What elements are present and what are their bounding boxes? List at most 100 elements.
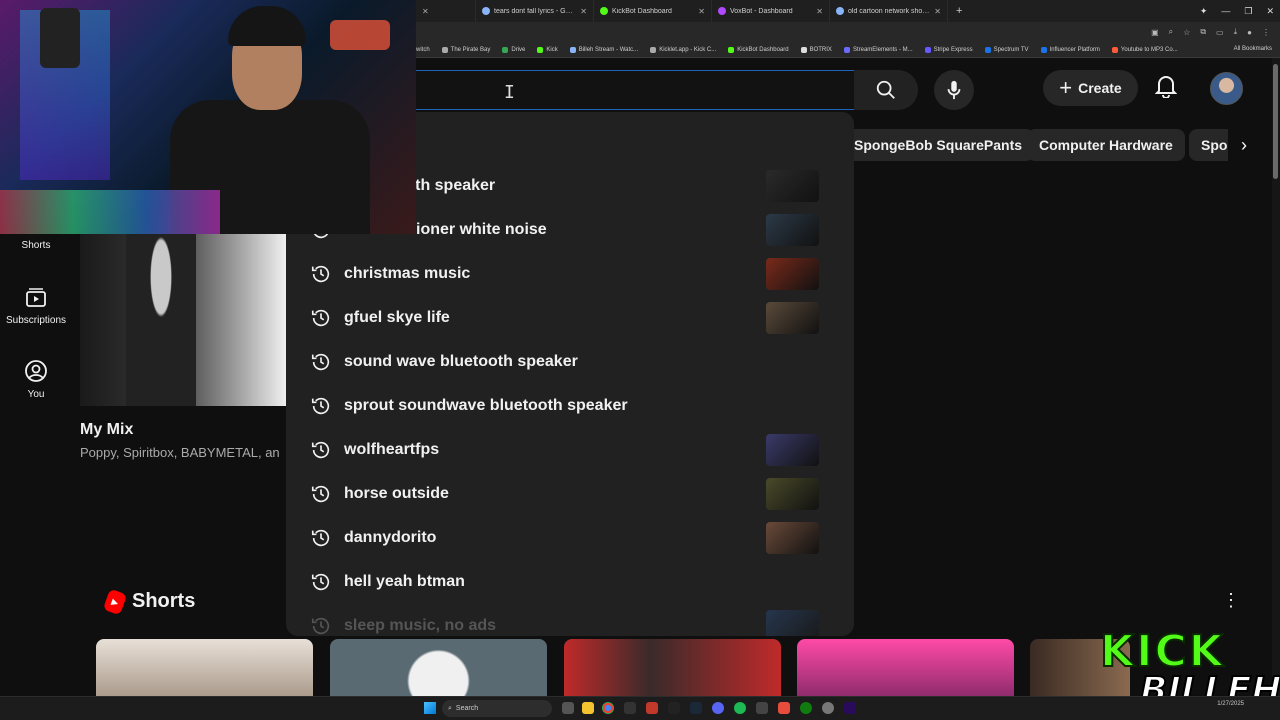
more-options-icon[interactable]: ⋮ [1222,590,1240,611]
suggestion-thumbnail [766,478,819,510]
chevron-right-icon[interactable]: › [1228,129,1260,161]
browser-tab[interactable]: ✕ [416,0,476,22]
close-icon[interactable]: ✕ [816,7,823,16]
sidebar-item-shorts[interactable]: Shorts [0,240,72,251]
taskbar-clock: 1/27/2025 [1217,701,1244,707]
sidebar-item-subscriptions[interactable]: Subscriptions [0,285,72,326]
new-tab-button[interactable]: + [948,5,970,17]
minimize-icon[interactable]: — [1221,6,1230,16]
chip-spongebob[interactable]: SpongeBob SquarePants [842,129,1035,161]
suggestion-item[interactable]: horse outside [286,472,854,516]
zoom-icon[interactable]: ⌕ [1169,27,1173,37]
suggestion-item[interactable]: sleep music, no ads [286,604,854,636]
search-icon [876,80,895,99]
browser-tab[interactable]: tears dont fall lyrics - Google S✕ [476,0,594,22]
suggestion-item[interactable]: sound wave bluetooth speaker [286,340,854,384]
browser-tab[interactable]: old cartoon network shows - G✕ [830,0,948,22]
mix-artist-image [126,234,196,406]
steam-icon[interactable] [690,702,702,714]
app-icon[interactable] [668,702,680,714]
extension-icon[interactable]: ✦ [1200,6,1208,17]
bookmark[interactable]: Billeh Stream - Watc... [569,46,638,53]
bookmark[interactable]: BOTRIX [800,46,832,53]
close-icon[interactable]: ✕ [422,7,429,16]
app-icon[interactable] [756,702,768,714]
history-icon [311,617,330,635]
suggestion-item[interactable]: hell yeah btman [286,560,854,604]
settings-icon[interactable] [822,702,834,714]
short-thumbnail[interactable] [564,639,781,699]
history-icon [311,441,330,459]
restore-icon[interactable]: ❐ [1244,6,1252,17]
bookmark[interactable]: Influencer Platform [1040,46,1100,53]
discord-icon[interactable] [712,702,724,714]
app-icon[interactable] [778,702,790,714]
short-thumbnail[interactable] [96,639,313,699]
windows-start-icon[interactable] [424,702,436,714]
drive-icon [502,46,509,53]
browser-tab[interactable]: VoxBot - Dashboard ✕ [712,0,830,22]
extensions-icon[interactable]: ⧉ [1200,27,1206,37]
file-explorer-icon[interactable] [562,702,574,714]
short-thumbnail[interactable] [797,639,1014,699]
taskbar: ⌕ Search 1/27/2025 [0,696,1280,720]
suggestion-item[interactable]: sprout soundwave bluetooth speaker [286,384,854,428]
window-controls: ✦ — ❐ ✕ [1200,0,1274,22]
taskbar-search[interactable]: ⌕ Search [442,700,552,717]
mix-thumbnail[interactable] [80,234,286,406]
suggestion-item[interactable]: gfuel skye life [286,296,854,340]
install-icon[interactable]: ▣ [1151,28,1159,37]
browser-tab[interactable]: KickBot Dashboard ✕ [594,0,712,22]
kick-icon [728,46,735,53]
webcam-overlay [0,0,416,234]
close-icon[interactable]: ✕ [934,7,941,16]
voice-search-button[interactable] [934,70,974,110]
suggestion-item[interactable]: dannydorito [286,516,854,560]
menu-icon[interactable]: ⋮ [1262,28,1270,37]
google-icon [482,7,490,15]
streamer-beanie [228,6,306,46]
history-icon [311,309,330,327]
close-window-icon[interactable]: ✕ [1266,6,1274,17]
search-button[interactable] [854,70,918,110]
history-icon [311,353,330,371]
all-bookmarks[interactable]: All Bookmarks [1234,46,1272,52]
bookmark[interactable]: KickBot Dashboard [728,46,789,53]
close-icon[interactable]: ✕ [580,7,587,16]
subscriptions-icon [24,285,48,309]
bookmark[interactable]: Kicklet.app - Kick C... [650,46,716,53]
suggestion-text: sleep music, no ads [344,617,497,634]
bookmark[interactable]: Spectrum TV [984,46,1029,53]
bookmark[interactable]: The Pirate Bay [441,46,490,53]
chrome-icon[interactable] [602,702,614,714]
short-thumbnail[interactable] [330,639,547,699]
app-icon[interactable] [646,702,658,714]
bookmark[interactable]: StreamElements - M... [843,46,913,53]
bookmark[interactable]: Drive [502,46,525,53]
app-icon[interactable] [624,702,636,714]
spotify-icon[interactable] [734,702,746,714]
premiere-icon[interactable] [844,702,856,714]
notifications-button[interactable] [1154,74,1178,104]
star-icon[interactable]: ☆ [1183,28,1190,37]
sidebar-item-you[interactable]: You [0,359,72,400]
close-icon[interactable]: ✕ [698,7,705,16]
bell-icon [1154,76,1178,99]
xbox-icon[interactable] [800,702,812,714]
create-button[interactable]: + Create [1043,70,1138,106]
bookmark[interactable]: witch [416,47,430,53]
download-icon[interactable]: ⤓ [1234,27,1238,37]
bookmark[interactable]: Stripe Express [924,46,973,53]
sidepanel-icon[interactable]: ▭ [1216,28,1224,37]
chip-computer-hardware[interactable]: Computer Hardware [1027,129,1185,161]
profile-icon[interactable]: ● [1247,28,1252,37]
bookmark[interactable]: Youtube to MP3 Co... [1111,46,1178,53]
suggestion-item[interactable]: wolfheartfps [286,428,854,472]
avatar[interactable] [1210,72,1243,105]
bookmark-icon [924,46,931,53]
folder-icon[interactable] [582,702,594,714]
scrollbar-thumb[interactable] [1273,64,1278,179]
bookmark[interactable]: Kick [537,46,558,53]
suggestion-item[interactable]: christmas music [286,252,854,296]
mix-title[interactable]: My Mix [80,421,133,439]
